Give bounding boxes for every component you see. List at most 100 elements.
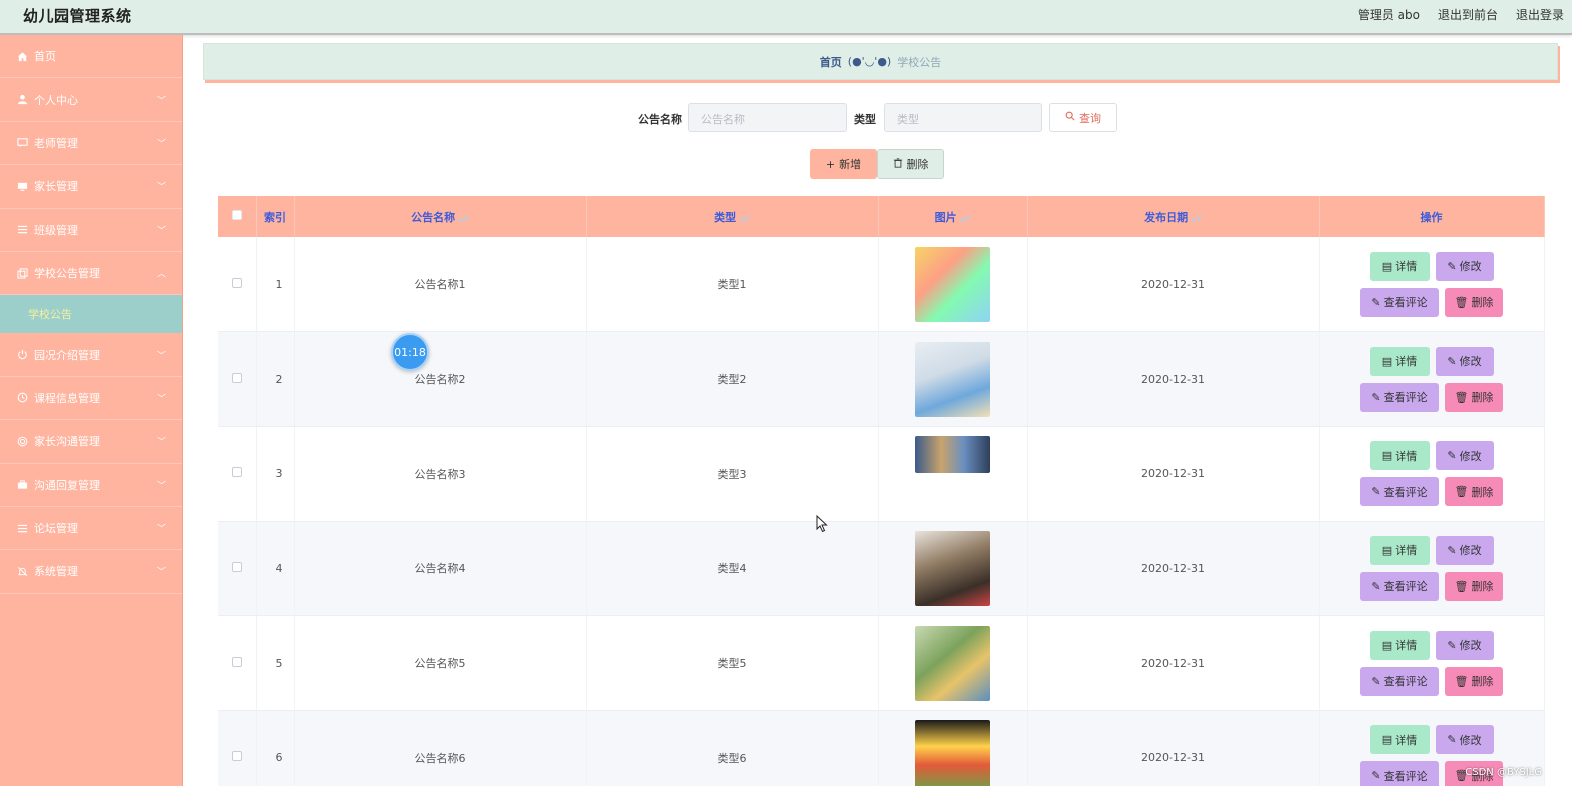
trash-icon <box>893 157 903 171</box>
row-date: 2020-12-31 <box>1027 710 1320 786</box>
row-actions: ▤ 详情 ✎ 修改 ✎ 查看评论 🗑 删除 <box>1319 426 1545 522</box>
sort-icon[interactable]: ▲▼ <box>960 215 971 223</box>
table-row: 5 公告名称5 类型5 2020-12-31 ▤ 详情 ✎ 修改 ✎ 查看评论 🗑 删除 <box>218 615 1545 711</box>
column-header-index: 索引 <box>256 196 295 237</box>
sidebar-item-parents[interactable]: 家长管理 ﹀ <box>0 165 182 209</box>
edit-button[interactable]: ✎ 修改 <box>1435 441 1494 471</box>
view-comments-button[interactable]: ✎ 查看评论 <box>1360 287 1439 317</box>
list-icon <box>16 224 28 236</box>
row-checkbox[interactable] <box>231 751 242 762</box>
breadcrumb-home[interactable]: 首页 <box>820 54 842 70</box>
column-label: 公告名称 <box>411 210 456 224</box>
detail-button[interactable]: ▤ 详情 <box>1369 535 1430 565</box>
sidebar-item-label: 园况介绍管理 <box>34 348 100 362</box>
select-all-checkbox[interactable] <box>231 210 242 220</box>
announcement-thumbnail[interactable] <box>915 341 990 417</box>
view-comments-button[interactable]: ✎ 查看评论 <box>1360 761 1439 786</box>
document-icon: ▤ <box>1381 733 1393 747</box>
announcement-thumbnail[interactable] <box>915 625 990 701</box>
document-icon: ▤ <box>1381 259 1393 273</box>
row-checkbox[interactable] <box>231 372 242 383</box>
bulk-delete-label: 删除 <box>906 158 929 171</box>
sort-icon[interactable]: ▲▼ <box>739 215 750 223</box>
edit-button-label: 修改 <box>1459 544 1482 558</box>
sort-icon[interactable]: ▲▼ <box>458 215 469 223</box>
detail-button[interactable]: ▤ 详情 <box>1369 346 1430 376</box>
edit-button-label: 修改 <box>1459 733 1482 747</box>
column-header-image[interactable]: 图片 ▲▼ <box>878 196 1028 237</box>
sidebar-item-forum[interactable]: 论坛管理 ﹀ <box>0 507 182 551</box>
edit-button[interactable]: ✎ 修改 <box>1435 535 1494 565</box>
row-checkbox[interactable] <box>231 561 242 572</box>
power-icon <box>16 349 28 361</box>
current-user: 管理员 abo <box>1357 8 1420 22</box>
edit-button-label: 修改 <box>1459 449 1482 463</box>
delete-button[interactable]: 🗑 删除 <box>1445 382 1503 412</box>
row-type: 类型5 <box>586 615 879 711</box>
view-comments-button[interactable]: ✎ 查看评论 <box>1360 382 1439 412</box>
sidebar-item-system[interactable]: 系统管理 ﹀ <box>0 550 182 594</box>
sidebar-item-replies[interactable]: 沟通回复管理 ﹀ <box>0 464 182 507</box>
row-name: 公告名称2 <box>294 331 587 427</box>
select-all-cell <box>218 196 257 237</box>
row-type: 类型1 <box>586 237 879 333</box>
view-comments-button[interactable]: ✎ 查看评论 <box>1360 666 1439 696</box>
sidebar-subitem-school-announcements[interactable]: 学校公告 <box>0 295 182 334</box>
announcement-thumbnail[interactable] <box>915 435 990 473</box>
announcement-thumbnail[interactable] <box>915 530 990 606</box>
view-comments-button[interactable]: ✎ 查看评论 <box>1360 477 1439 507</box>
edit-button-label: 修改 <box>1459 260 1482 274</box>
sort-icon[interactable]: ▲▼ <box>1191 215 1202 223</box>
detail-button[interactable]: ▤ 详情 <box>1369 630 1430 660</box>
delete-button[interactable]: 🗑 删除 <box>1445 477 1503 507</box>
delete-button[interactable]: 🗑 删除 <box>1445 571 1503 601</box>
edit-button[interactable]: ✎ 修改 <box>1435 725 1494 755</box>
type-search-input[interactable]: 类型 <box>884 103 1042 132</box>
edit-button[interactable]: ✎ 修改 <box>1435 630 1494 660</box>
edit-button[interactable]: ✎ 修改 <box>1435 346 1494 376</box>
row-checkbox[interactable] <box>231 656 242 667</box>
view-comments-label: 查看评论 <box>1383 769 1428 783</box>
row-checkbox[interactable] <box>231 277 242 288</box>
back-to-front-link[interactable]: 退出到前台 <box>1438 6 1498 23</box>
sidebar-item-announcements[interactable]: 学校公告管理 ︿ <box>0 252 182 296</box>
sidebar-item-classes[interactable]: 班级管理 ﹀ <box>0 209 182 252</box>
chevron-down-icon: ﹀ <box>156 351 166 362</box>
row-checkbox[interactable] <box>231 467 242 478</box>
pencil-icon: ✎ <box>1447 449 1457 463</box>
sidebar-item-home[interactable]: 首页 <box>0 35 182 79</box>
announcement-thumbnail[interactable] <box>915 246 990 322</box>
query-button[interactable]: 查询 <box>1049 103 1117 132</box>
chevron-down-icon: ﹀ <box>156 567 166 578</box>
pencil-icon: ✎ <box>1447 733 1457 747</box>
pencil-icon: ✎ <box>1447 354 1457 368</box>
breadcrumb-emoticon: (●'◡'●) <box>847 55 892 68</box>
bulk-delete-button[interactable]: 删除 <box>877 149 944 179</box>
detail-button[interactable]: ▤ 详情 <box>1369 251 1430 281</box>
column-header-type[interactable]: 类型 ▲▼ <box>586 196 879 237</box>
sidebar-item-label: 课程信息管理 <box>34 391 100 405</box>
announcement-thumbnail[interactable] <box>915 720 990 786</box>
detail-button[interactable]: ▤ 详情 <box>1369 725 1430 755</box>
document-icon: ▤ <box>1381 638 1393 652</box>
row-name: 公告名称1 <box>294 237 587 333</box>
column-header-date[interactable]: 发布日期 ▲▼ <box>1027 196 1320 237</box>
delete-button[interactable]: 🗑 删除 <box>1445 666 1503 696</box>
delete-button[interactable]: 🗑 删除 <box>1445 287 1503 317</box>
table-row: 6 公告名称6 类型6 2020-12-31 ▤ 详情 ✎ 修改 ✎ 查看评论 🗑 删除 <box>218 710 1545 786</box>
mute-bell-icon <box>16 565 28 577</box>
view-comments-label: 查看评论 <box>1383 675 1428 689</box>
delete-button-label: 删除 <box>1471 485 1494 499</box>
detail-button[interactable]: ▤ 详情 <box>1369 441 1430 471</box>
name-search-input[interactable]: 公告名称 <box>688 103 847 132</box>
name-label: 公告名称 <box>638 113 682 126</box>
view-comments-button[interactable]: ✎ 查看评论 <box>1360 571 1439 601</box>
document-icon: ▤ <box>1381 449 1393 463</box>
logout-link[interactable]: 退出登录 <box>1516 6 1564 23</box>
sidebar-item-kindergarten-intro[interactable]: 园况介绍管理 ﹀ <box>0 333 182 377</box>
sidebar-item-parent-communication[interactable]: 家长沟通管理 ﹀ <box>0 420 182 464</box>
edit-button[interactable]: ✎ 修改 <box>1435 251 1494 281</box>
sidebar-item-courses[interactable]: 课程信息管理 ﹀ <box>0 377 182 421</box>
add-button[interactable]: + 新增 <box>810 149 877 179</box>
column-header-name[interactable]: 公告名称 ▲▼ <box>294 196 587 237</box>
